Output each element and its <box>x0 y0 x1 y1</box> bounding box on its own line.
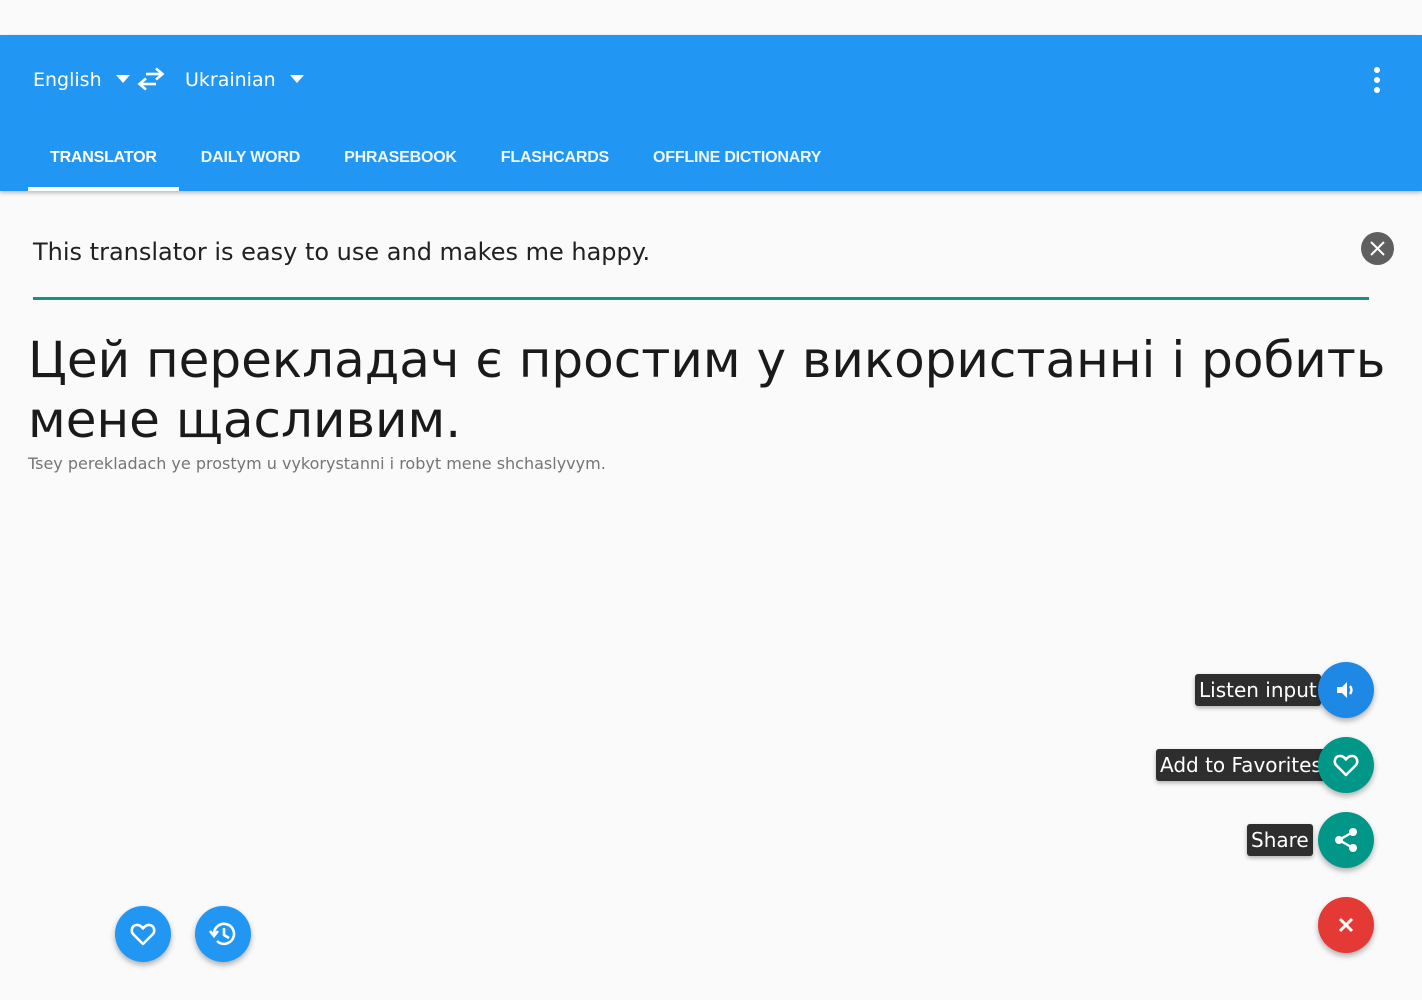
source-text-input[interactable]: This translator is easy to use and makes… <box>33 218 1333 284</box>
swap-arrows-icon <box>137 67 165 91</box>
tab-label: FLASHCARDS <box>500 149 610 166</box>
input-underline <box>33 297 1369 300</box>
close-icon <box>1338 917 1354 933</box>
add-to-favorites-label[interactable]: Add to Favorites <box>1156 749 1326 781</box>
swap-languages-button[interactable] <box>136 65 166 95</box>
close-icon <box>1370 241 1385 256</box>
tab-label: TRANSLATOR <box>50 149 157 166</box>
language-row: English Ukrainian <box>0 35 1422 125</box>
tab-daily-word[interactable]: DAILY WORD <box>179 135 322 191</box>
listen-input-label[interactable]: Listen input <box>1195 674 1321 706</box>
history-icon <box>208 922 236 946</box>
add-to-favorites-button[interactable] <box>1318 737 1374 793</box>
tab-label: PHRASEBOOK <box>344 149 457 166</box>
history-button[interactable] <box>195 906 251 962</box>
listen-input-button[interactable] <box>1318 662 1374 718</box>
share-icon <box>1335 828 1357 852</box>
app-bar: English Ukrainian TRANSLATOR DAILY WORD … <box>0 35 1422 191</box>
clear-input-button[interactable] <box>1361 232 1394 265</box>
source-language-label: English <box>33 69 102 91</box>
dropdown-caret-icon <box>115 75 130 83</box>
tab-translator[interactable]: TRANSLATOR <box>28 135 179 191</box>
more-options-button[interactable] <box>1362 63 1392 97</box>
tab-label: OFFLINE DICTIONARY <box>653 149 822 166</box>
translation-output: Цей перекладач є простим у використанні … <box>28 331 1386 449</box>
source-language-dropdown[interactable]: English <box>33 65 130 95</box>
close-speed-dial-button[interactable] <box>1318 897 1374 953</box>
status-bar <box>0 0 1422 35</box>
share-button[interactable] <box>1318 812 1374 868</box>
favorites-button[interactable] <box>115 906 171 962</box>
heart-outline-icon <box>1333 754 1359 777</box>
tab-phrasebook[interactable]: PHRASEBOOK <box>322 135 479 191</box>
tab-label: DAILY WORD <box>200 149 301 166</box>
share-label[interactable]: Share <box>1247 824 1313 856</box>
more-vert-icon <box>1374 67 1380 93</box>
target-language-label: Ukrainian <box>185 69 276 91</box>
tab-flashcards[interactable]: FLASHCARDS <box>479 135 631 191</box>
tab-bar: TRANSLATOR DAILY WORD PHRASEBOOK FLASHCA… <box>28 135 843 191</box>
tab-offline-dictionary[interactable]: OFFLINE DICTIONARY <box>631 135 843 191</box>
heart-outline-icon <box>130 923 156 946</box>
target-language-dropdown[interactable]: Ukrainian <box>185 65 304 95</box>
dropdown-caret-icon <box>289 75 304 83</box>
input-area: This translator is easy to use and makes… <box>33 218 1369 302</box>
transliteration-text: Tsey perekladach ye prostym u vykorystan… <box>28 454 606 473</box>
speaker-icon <box>1337 682 1353 698</box>
